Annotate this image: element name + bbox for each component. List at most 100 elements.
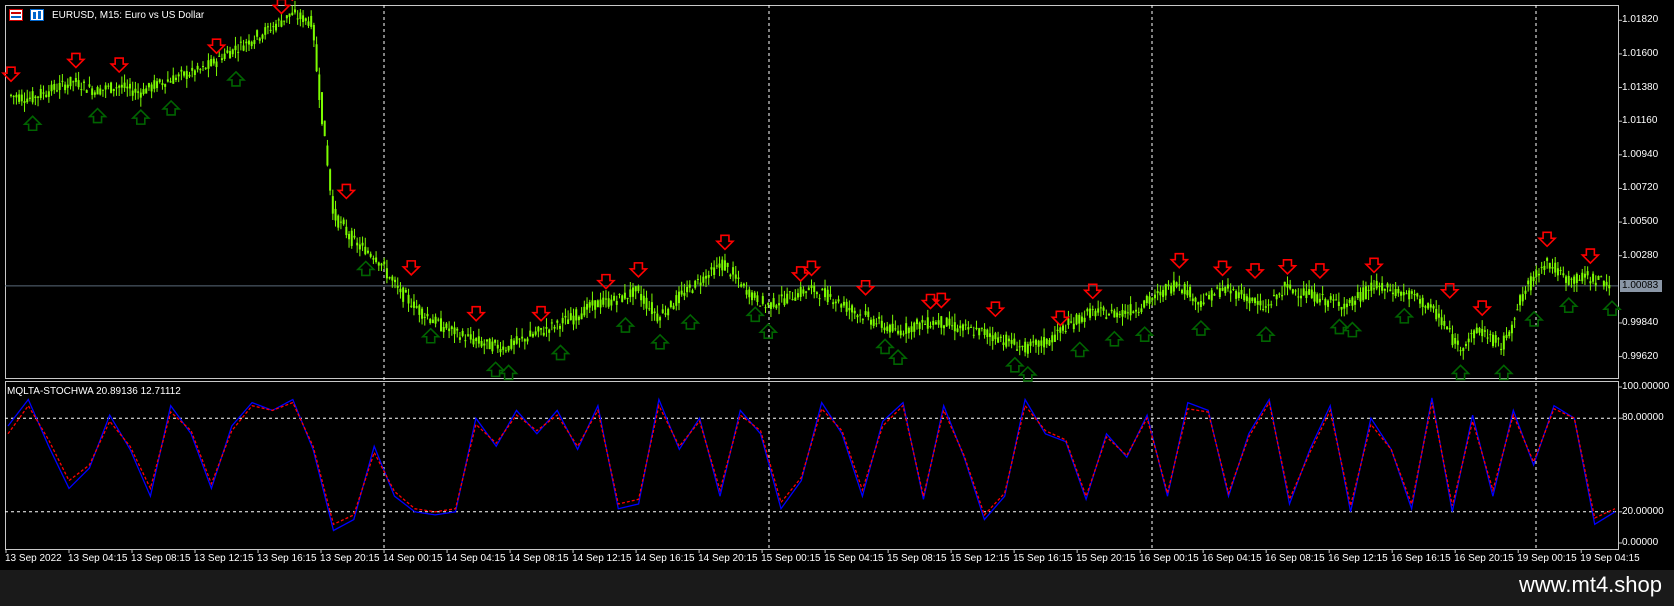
candle-body — [55, 90, 58, 92]
buy-arrow — [1450, 364, 1471, 381]
candle-body — [1597, 275, 1600, 280]
candle-body — [375, 257, 378, 263]
candle-body — [1151, 298, 1154, 301]
candle-body — [442, 327, 445, 333]
candle-body — [456, 328, 459, 331]
candle-body — [580, 313, 583, 320]
buy-arrow — [1342, 321, 1363, 338]
candle-body — [1040, 340, 1043, 346]
candle-body — [1213, 294, 1216, 296]
candle-body — [807, 287, 810, 291]
mt4-chart-window[interactable]: EURUSD, M15: Euro vs US Dollar MQLTA-STO… — [0, 0, 1674, 606]
candle-body — [1124, 310, 1127, 314]
candle-body — [1405, 293, 1408, 295]
candle-body — [275, 23, 278, 31]
buy-arrow — [420, 327, 441, 344]
candle-body — [350, 230, 353, 246]
candle-body — [85, 90, 88, 93]
candle-body — [321, 92, 324, 125]
trading-icon[interactable] — [30, 9, 44, 21]
chart-canvas[interactable] — [0, 0, 1674, 606]
sell-arrow — [271, 0, 292, 15]
candle-body — [74, 78, 77, 82]
candle-body — [1064, 330, 1067, 333]
candle-body — [461, 330, 464, 336]
candle-body — [1018, 346, 1021, 348]
candle-body — [786, 293, 789, 304]
candle-body — [740, 284, 743, 287]
candle-body — [215, 61, 218, 68]
candle-body — [561, 317, 564, 324]
price-axis-label: 1.01820 — [1622, 14, 1659, 26]
candle-body — [323, 120, 326, 137]
chart-title: EURUSD, M15: Euro vs US Dollar — [52, 10, 205, 21]
buy-arrow — [87, 107, 108, 124]
candle-body — [767, 303, 770, 305]
candle-body — [1243, 293, 1246, 301]
candle-body — [1043, 337, 1046, 348]
candle-body — [1029, 341, 1032, 346]
buy-arrow — [22, 115, 43, 132]
candle-body — [940, 316, 943, 328]
candle-body — [686, 286, 689, 293]
candle-body — [775, 305, 778, 309]
chart-menu-icon[interactable] — [9, 9, 23, 21]
candle-body — [688, 284, 691, 288]
candle-body — [380, 263, 383, 266]
candle-body — [1546, 258, 1549, 261]
candle-body — [1570, 278, 1573, 280]
candle-body — [1359, 291, 1362, 302]
candle-body — [943, 325, 946, 329]
candle-body — [139, 92, 142, 98]
candle-body — [226, 50, 229, 53]
candle-body — [875, 323, 878, 325]
candle-body — [1013, 338, 1016, 345]
candle-body — [623, 292, 626, 299]
candle-body — [193, 70, 196, 75]
candle-body — [458, 337, 461, 340]
buy-arrow — [498, 364, 519, 381]
candle-body — [61, 80, 64, 82]
candle-body — [872, 319, 875, 326]
price-axis-label: 1.01600 — [1622, 47, 1659, 59]
candle-body — [680, 290, 683, 295]
time-axis-label: 13 Sep 2022 — [5, 553, 62, 564]
candle-body — [166, 79, 169, 82]
candle-body — [293, 9, 296, 13]
sell-arrow — [628, 262, 649, 278]
candle-body — [237, 51, 240, 53]
sell-arrow — [336, 183, 357, 200]
candle-body — [583, 306, 586, 316]
buy-arrow — [355, 260, 376, 277]
candle-body — [50, 84, 53, 92]
candle-body — [361, 242, 364, 246]
candle-body — [364, 246, 367, 255]
candle-body — [1067, 318, 1070, 326]
candle-body — [115, 87, 118, 89]
candle-body — [780, 294, 783, 297]
candle-body — [434, 316, 437, 324]
candle-body — [815, 292, 818, 295]
candle-body — [66, 84, 69, 88]
time-axis-label: 15 Sep 04:15 — [824, 553, 884, 564]
candle-body — [913, 322, 916, 332]
candle-body — [72, 81, 75, 83]
candle-body — [791, 299, 794, 301]
price-axis-label: 0.99840 — [1622, 316, 1659, 328]
time-axis-label: 13 Sep 12:15 — [194, 553, 254, 564]
candle-body — [586, 303, 589, 310]
time-axis-label: 14 Sep 12:15 — [572, 553, 632, 564]
buy-arrow — [1134, 326, 1155, 343]
candle-body — [778, 303, 781, 306]
candle-body — [759, 305, 762, 307]
candle-body — [1283, 281, 1286, 287]
candle-body — [945, 317, 948, 327]
candle-body — [188, 74, 191, 77]
candle-body — [218, 55, 221, 57]
candle-body — [296, 18, 299, 20]
candle-body — [959, 325, 962, 329]
candle-body — [448, 328, 451, 332]
candle-body — [899, 330, 902, 336]
candle-body — [929, 326, 932, 328]
candle-body — [1105, 317, 1108, 319]
